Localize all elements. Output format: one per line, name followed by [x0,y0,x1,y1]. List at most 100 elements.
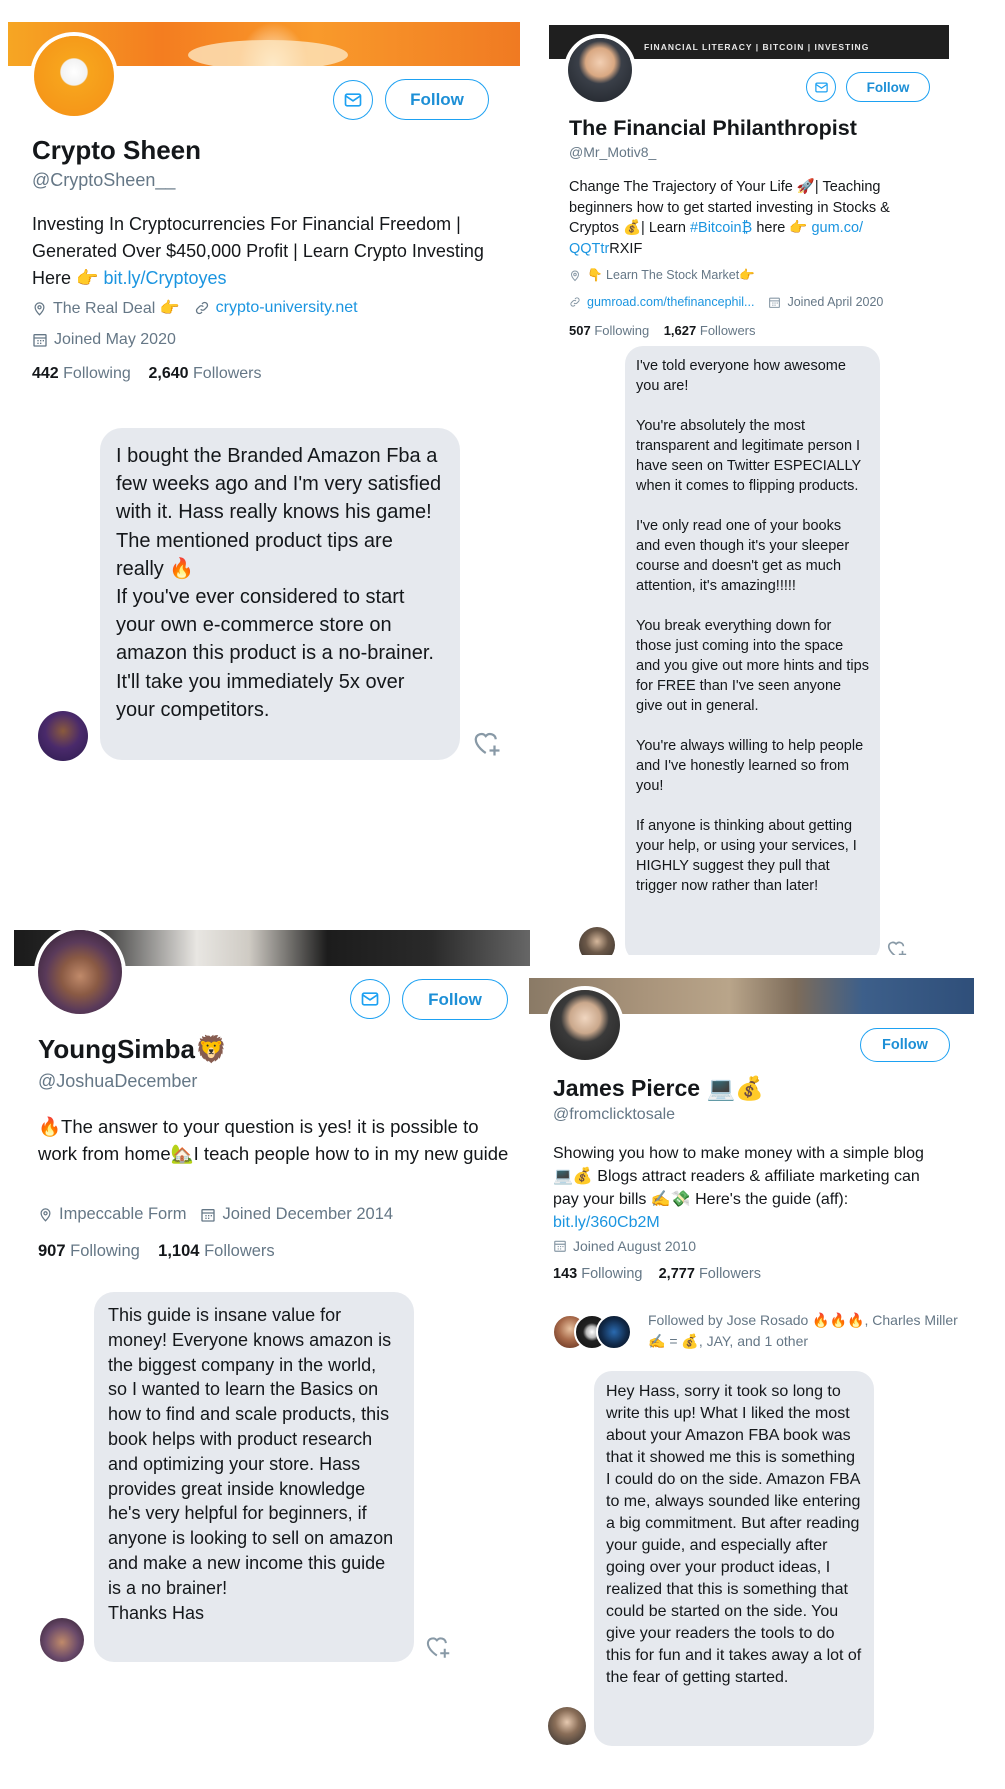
bio-text-2: here 👉 [756,220,808,236]
bio-link[interactable]: bit.ly/360Cb2M [553,1214,660,1231]
banner-text: FINANCIAL LITERACY | BITCOIN | INVESTING [644,42,870,52]
joined-date: Joined August 2010 [553,1238,710,1254]
sender-avatar[interactable] [38,711,88,761]
location-text: 👇 Learn The Stock Market👉 [587,268,755,282]
bio-link[interactable]: bit.ly/Cryptoyes [103,268,226,288]
mail-icon [361,992,379,1006]
profile-name: James Pierce 💻💰 [553,1075,764,1101]
follow-button[interactable]: Follow [402,979,508,1020]
sender-avatar[interactable] [579,927,615,955]
website-link[interactable]: crypto-university.net [216,299,358,317]
following-count[interactable]: 507 Following [569,323,649,338]
location: Impeccable Form [38,1205,186,1224]
bio-link[interactable]: gum.co/ [811,220,863,236]
joined-text: Joined May 2020 [54,331,176,348]
profile-meta: The Real Deal 👉 crypto-university.net [32,298,372,318]
calendar-icon [769,297,781,308]
mail-icon [344,93,362,107]
message-text: This guide is insane value for money! Ev… [108,1305,394,1623]
joined-text: Joined December 2014 [222,1205,394,1223]
follower-avatar [596,1314,632,1350]
following-count[interactable]: 442 Following [32,365,131,382]
followers-count[interactable]: 1,627 Followers [664,323,756,338]
heart-plus-icon[interactable] [470,728,504,758]
profile-bio: Investing In Cryptocurrencies For Financ… [32,211,502,292]
bio-link-cont[interactable]: QQTtr [569,241,609,257]
followers-count[interactable]: 1,104 Followers [158,1242,275,1260]
profile-handle: @fromclicktosale [553,1106,676,1123]
profile-handle: @CryptoSheen__ [32,170,176,190]
location: 👇 Learn The Stock Market👉 [569,268,769,283]
bio-text: Investing In Cryptocurrencies For Financ… [32,214,484,288]
joined-date: Joined May 2020 [32,331,190,349]
profile-card-youngsimba: Follow YoungSimba🦁 @JoshuaDecember 🔥The … [0,920,530,1789]
link-icon [195,301,208,315]
followers-count[interactable]: 2,777 Followers [659,1266,761,1282]
profile-meta: gumroad.com/thefinancephil... Joined Apr… [569,295,897,309]
bio-text: 🔥The answer to your question is yes! it … [38,1116,509,1164]
calendar-icon [33,334,47,347]
message-text: I've told everyone how awesome you are! … [636,358,869,894]
location-text: The Real Deal 👉 [53,300,180,317]
follow-button[interactable]: Follow [860,1028,950,1062]
location-text: Impeccable Form [59,1205,187,1223]
profile-name: The Financial Philanthropist [569,116,857,140]
profile-handle: @Mr_Motiv8_ [569,144,657,160]
profile-bio: Showing you how to make money with a sim… [553,1142,938,1234]
joined-text: Joined April 2020 [787,295,884,309]
message-bubble: This guide is insane value for money! Ev… [94,1292,414,1662]
bio-text: Showing you how to make money with a sim… [553,1145,924,1208]
message-bubble: Hey Hass, sorry it took so long to write… [594,1371,874,1746]
message-text: I bought the Branded Amazon Fba a few we… [116,445,442,721]
followed-by-avatars[interactable] [552,1312,632,1352]
bio-text-3: RXIF [609,240,643,257]
mail-icon [814,82,828,92]
profile-handle: @JoshuaDecember [38,1071,198,1091]
follow-counts: 507 Following 1,627 Followers [569,323,756,338]
calendar-icon [201,1208,216,1222]
following-count[interactable]: 143 Following [553,1266,642,1282]
profile-card-financial-philanthropist: FINANCIAL LITERACY | BITCOIN | INVESTING… [540,0,1005,955]
avatar[interactable] [30,32,118,120]
calendar-icon [554,1240,566,1252]
location: The Real Deal 👉 [32,298,180,318]
link-icon [570,297,580,307]
bio-hashtag[interactable]: #Bitcoin₿ [690,220,752,236]
profile-card-james-pierce: Follow James Pierce 💻💰 @fromclicktosale … [520,960,1005,1789]
follow-button[interactable]: Follow [385,79,489,120]
message-bubble: I've told everyone how awesome you are! … [625,346,880,955]
follow-button[interactable]: Follow [846,72,930,102]
follow-counts: 907 Following 1,104 Followers [38,1242,275,1261]
message-button[interactable] [806,72,836,102]
heart-plus-icon[interactable] [885,938,909,955]
joined-text: Joined August 2010 [573,1238,696,1254]
followed-by-text[interactable]: Followed by Jose Rosado 🔥🔥🔥, Charles Mil… [648,1310,978,1352]
location-icon [34,301,45,316]
profile-name: YoungSimba🦁 [38,1034,228,1064]
sender-avatar[interactable] [40,1618,84,1662]
follow-counts: 442 Following 2,640 Followers [32,365,262,383]
location-icon [40,1208,51,1222]
profile-card-crypto-sheen: Follow Crypto Sheen @CryptoSheen__ Inves… [0,0,530,790]
avatar[interactable] [34,926,126,1018]
follow-counts: 143 Following 2,777 Followers [553,1266,761,1282]
website-link[interactable]: gumroad.com/thefinancephil... [587,295,754,309]
avatar[interactable] [546,986,624,1064]
profile-name: Crypto Sheen [32,135,202,165]
profile-bio: Change The Trajectory of Your Life 🚀| Te… [569,177,939,259]
website[interactable]: gumroad.com/thefinancephil... [569,295,754,309]
sender-avatar[interactable] [548,1707,586,1745]
profile-bio: 🔥The answer to your question is yes! it … [38,1113,518,1167]
followers-count[interactable]: 2,640 Followers [149,365,262,382]
joined-date: Joined December 2014 [200,1205,393,1224]
message-bubble: I bought the Branded Amazon Fba a few we… [100,428,460,760]
avatar[interactable] [564,34,636,106]
profile-meta: Impeccable Form Joined December 2014 [38,1205,407,1224]
heart-plus-icon[interactable] [423,1633,453,1660]
message-text: Hey Hass, sorry it took so long to write… [606,1383,866,1686]
message-button[interactable] [350,979,390,1019]
message-button[interactable] [333,80,373,120]
following-count[interactable]: 907 Following [38,1242,140,1260]
location-icon [570,270,580,282]
website[interactable]: crypto-university.net [194,299,358,317]
